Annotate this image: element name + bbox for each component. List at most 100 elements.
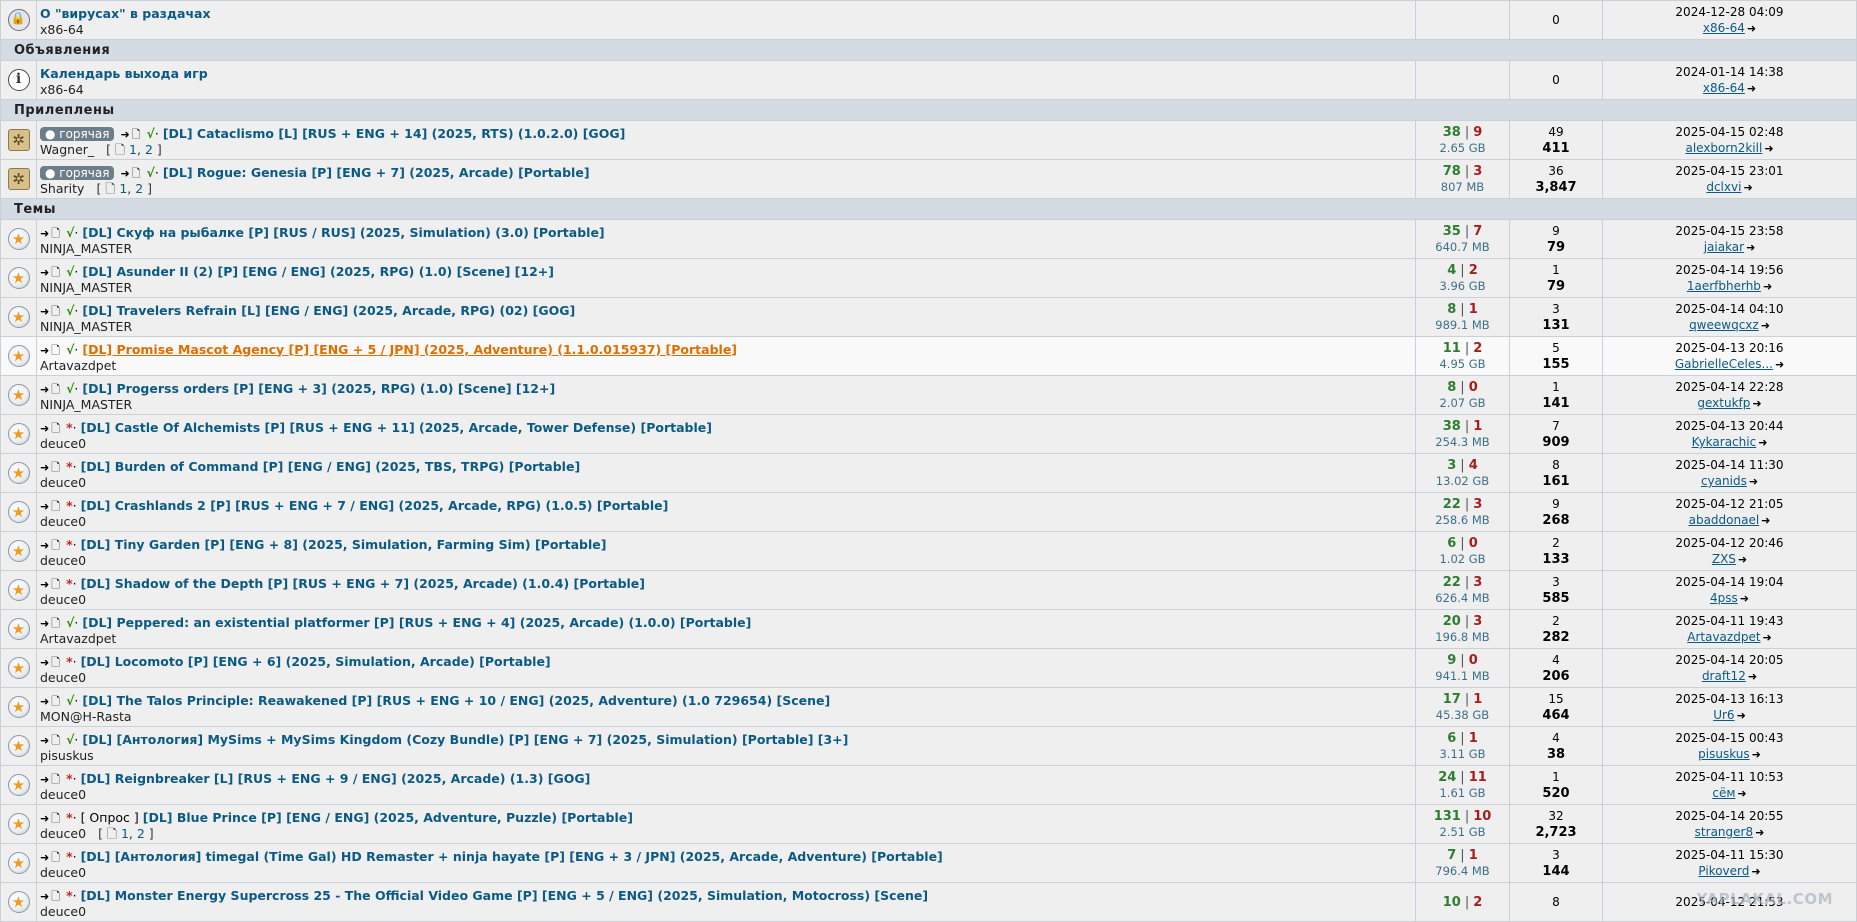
topic-row[interactable]: ➜🗋 *· [DL] Reignbreaker [L] [RUS + ENG +…: [0, 765, 1857, 805]
separator: |: [1464, 341, 1470, 356]
topic-title-link[interactable]: [DL] Crashlands 2 [P] [RUS + ENG + 7 / E…: [81, 498, 669, 513]
topic-row[interactable]: ➜🗋 *· [DL] Shadow of the Depth [P] [RUS …: [0, 570, 1857, 610]
goto-last-post-icon[interactable]: ➜: [1737, 787, 1746, 800]
page-link[interactable]: 1: [119, 181, 127, 196]
last-post-user[interactable]: x86-64: [1703, 81, 1745, 95]
topic-title-link[interactable]: [DL] Tiny Garden [P] [ENG + 8] (2025, Si…: [81, 537, 607, 552]
goto-last-post-icon[interactable]: ➜: [1748, 670, 1757, 683]
goto-last-post-icon[interactable]: ➜: [1751, 865, 1760, 878]
leechers-count: 1: [1468, 848, 1478, 863]
goto-last-post-icon[interactable]: ➜: [1749, 475, 1758, 488]
goto-last-post-icon[interactable]: ➜: [1743, 181, 1752, 194]
topic-row[interactable]: ➜🗋 *· [DL] Tiny Garden [P] [ENG + 8] (20…: [0, 531, 1857, 571]
goto-last-post-icon[interactable]: ➜: [1761, 514, 1770, 527]
topic-row[interactable]: ➜🗋 *· [DL] Locomoto [P] [ENG + 6] (2025,…: [0, 648, 1857, 688]
topic-title-link[interactable]: [DL] Cataclismo [L] [RUS + ENG + 14] (20…: [163, 126, 625, 141]
topic-title-link[interactable]: Календарь выхода игр: [40, 66, 208, 81]
last-post-user[interactable]: 4pss: [1710, 591, 1738, 605]
last-post-user[interactable]: qweewqcxz: [1689, 318, 1759, 332]
topic-title-link[interactable]: [DL] Blue Prince [P] [ENG / ENG] (2025, …: [143, 810, 633, 825]
goto-last-post-icon[interactable]: ➜: [1763, 280, 1772, 293]
goto-last-post-icon[interactable]: ➜: [1761, 319, 1770, 332]
topic-row[interactable]: ➜🗋 *· [DL] Castle Of Alchemists [P] [RUS…: [0, 414, 1857, 454]
goto-last-post-icon[interactable]: ➜: [1738, 553, 1747, 566]
topic-row[interactable]: ➜🗋 √· [DL] [Антология] MySims + MySims K…: [0, 726, 1857, 766]
replies-count: 5: [1552, 341, 1560, 355]
goto-last-post-icon[interactable]: ➜: [1747, 82, 1756, 95]
topic-row[interactable]: ➜🗋 √· [DL] Скуф на рыбалке [P] [RUS / RU…: [0, 219, 1857, 259]
topic-title-link[interactable]: [DL] Reignbreaker [L] [RUS + ENG + 9 / E…: [81, 771, 591, 786]
topic-title-link[interactable]: [DL] Скуф на рыбалке [P] [RUS / RUS] (20…: [82, 225, 604, 240]
goto-last-post-icon[interactable]: ➜: [1746, 241, 1755, 254]
last-post-user[interactable]: gextukfp: [1697, 396, 1750, 410]
topic-row[interactable]: ➜🗋 √· [DL] Progerss orders [P] [ENG + 3]…: [0, 375, 1857, 415]
goto-last-post-icon[interactable]: ➜: [1775, 358, 1784, 371]
page-link[interactable]: 2: [135, 181, 143, 196]
topic-title-link[interactable]: [DL] Peppered: an existential platformer…: [82, 615, 751, 630]
last-post-user[interactable]: pisuskus: [1698, 747, 1750, 761]
topic-row[interactable]: ➜🗋 √· [DL] Peppered: an existential plat…: [0, 609, 1857, 649]
topic-row[interactable]: О "вирусах" в раздачахx86-6402024-12-28 …: [0, 0, 1857, 40]
last-post-user[interactable]: Kykarachic: [1692, 435, 1757, 449]
last-post-user[interactable]: x86-64: [1703, 21, 1745, 35]
topic-row[interactable]: ● горячая➜🗋 √· [DL] Cataclismo [L] [RUS …: [0, 120, 1857, 160]
topic-row[interactable]: ➜🗋 *· [DL] Monster Energy Supercross 25 …: [0, 882, 1857, 922]
topic-title-link[interactable]: [DL] Progerss orders [P] [ENG + 3] (2025…: [82, 381, 555, 396]
topic-title-link[interactable]: [DL] Shadow of the Depth [P] [RUS + ENG …: [81, 576, 645, 591]
last-post-user[interactable]: stranger8: [1695, 825, 1753, 839]
last-post-user[interactable]: 1aerfbherhb: [1687, 279, 1761, 293]
topic-title-link[interactable]: [DL] Travelers Refrain [L] [ENG / ENG] (…: [82, 303, 575, 318]
topic-title-link[interactable]: [DL] [Антология] timegal (Time Gal) HD R…: [81, 849, 943, 864]
goto-last-post-icon[interactable]: ➜: [1752, 397, 1761, 410]
page-link[interactable]: 1: [121, 826, 129, 841]
topic-row[interactable]: ➜🗋 √· [DL] Promise Mascot Agency [P] [EN…: [0, 336, 1857, 376]
topic-title-link[interactable]: [DL] Burden of Command [P] [ENG / ENG] (…: [81, 459, 581, 474]
topic-row[interactable]: ➜🗋 *· [ Опрос ] [DL] Blue Prince [P] [EN…: [0, 804, 1857, 844]
goto-last-post-icon[interactable]: ➜: [1737, 709, 1746, 722]
topic-row[interactable]: ➜🗋 √· [DL] Travelers Refrain [L] [ENG / …: [0, 297, 1857, 337]
topic-title-link[interactable]: [DL] Rogue: Genesia [P] [ENG + 7] (2025,…: [163, 165, 590, 180]
last-post-user[interactable]: ZXS: [1712, 552, 1736, 566]
checked-icon: √: [146, 164, 155, 180]
topic-row[interactable]: ➜🗋 √· [DL] The Talos Principle: Reawaken…: [0, 687, 1857, 727]
last-post-user[interactable]: jaiakar: [1704, 240, 1744, 254]
topic-title-link[interactable]: [DL] Castle Of Alchemists [P] [RUS + ENG…: [81, 420, 712, 435]
last-post-user[interactable]: draft12: [1702, 669, 1746, 683]
topic-title-link[interactable]: [DL] The Talos Principle: Reawakened [P]…: [82, 693, 830, 708]
replies-count: 36: [1548, 164, 1564, 178]
last-post-user[interactable]: Artavazdpet: [1687, 630, 1760, 644]
topic-row[interactable]: ● горячая➜🗋 √· [DL] Rogue: Genesia [P] […: [0, 159, 1857, 199]
goto-last-post-icon[interactable]: ➜: [1755, 826, 1764, 839]
views-count: 133: [1542, 552, 1570, 567]
topic-row[interactable]: ➜🗋 *· [DL] Burden of Command [P] [ENG / …: [0, 453, 1857, 493]
last-post-user[interactable]: dclxvi: [1706, 180, 1741, 194]
topic-row[interactable]: ➜🗋 *· [DL] Crashlands 2 [P] [RUS + ENG +…: [0, 492, 1857, 532]
separator: |: [1464, 224, 1470, 239]
topic-title-link[interactable]: О "вирусах" в раздачах: [40, 6, 211, 21]
last-post-user[interactable]: Pikoverd: [1698, 864, 1749, 878]
page-link[interactable]: 2: [145, 142, 153, 157]
page-link[interactable]: 2: [137, 826, 145, 841]
topic-title-link[interactable]: [DL] Monster Energy Supercross 25 - The …: [81, 888, 929, 903]
goto-last-post-icon[interactable]: ➜: [1758, 436, 1767, 449]
topic-row[interactable]: Календарь выхода игрx86-6402024-01-14 14…: [0, 60, 1857, 100]
goto-last-post-icon[interactable]: ➜: [1764, 142, 1773, 155]
topic-title-link[interactable]: [DL] [Антология] MySims + MySims Kingdom…: [82, 732, 848, 747]
goto-last-post-icon[interactable]: ➜: [1752, 748, 1761, 761]
last-post-user[interactable]: cyanids: [1701, 474, 1747, 488]
last-post-user[interactable]: alexborn2kill: [1685, 141, 1762, 155]
goto-last-post-icon[interactable]: ➜: [1763, 631, 1772, 644]
topic-title-link[interactable]: [DL] Asunder II (2) [P] [ENG / ENG] (202…: [82, 264, 554, 279]
last-post-user[interactable]: Ur6: [1713, 708, 1734, 722]
last-post-user[interactable]: abaddonael: [1689, 513, 1760, 527]
topic-row[interactable]: ➜🗋 √· [DL] Asunder II (2) [P] [ENG / ENG…: [0, 258, 1857, 298]
topic-row[interactable]: ➜🗋 *· [DL] [Антология] timegal (Time Gal…: [0, 843, 1857, 883]
topic-title-link[interactable]: [DL] Promise Mascot Agency [P] [ENG + 5 …: [82, 342, 737, 357]
topic-title-link[interactable]: [DL] Locomoto [P] [ENG + 6] (2025, Simul…: [81, 654, 551, 669]
last-post-user[interactable]: GabrielleCeles...: [1675, 357, 1773, 371]
goto-last-post-icon[interactable]: ➜: [1747, 22, 1756, 35]
goto-last-post-icon[interactable]: ➜: [1740, 592, 1749, 605]
page-link[interactable]: 1: [129, 142, 137, 157]
last-post-user[interactable]: сём: [1712, 786, 1735, 800]
leechers-count: 0: [1468, 536, 1478, 551]
